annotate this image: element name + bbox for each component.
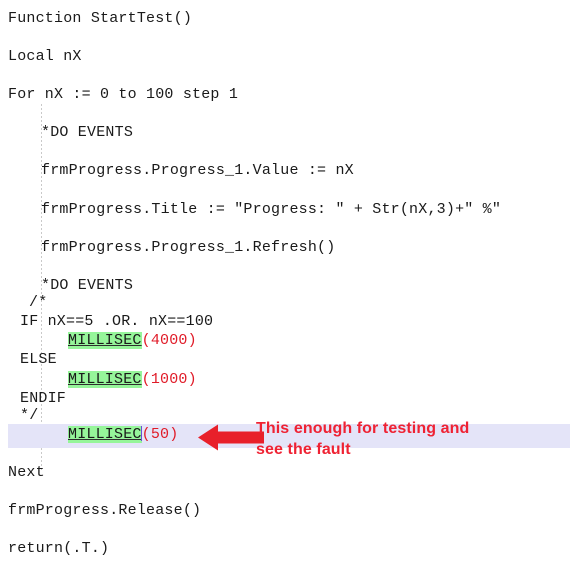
code-line[interactable]: frmProgress.Release()	[8, 502, 201, 519]
millisec-args: (50)	[141, 426, 179, 443]
code-line[interactable]: *DO EVENTS	[41, 124, 133, 141]
code-line[interactable]: frmProgress.Title := "Progress: " + Str(…	[41, 201, 501, 218]
millisec-token[interactable]: MILLISEC	[68, 371, 142, 388]
annotation-note: This enough for testing and see the faul…	[256, 420, 470, 458]
code-line[interactable]: For nX := 0 to 100 step 1	[8, 86, 238, 103]
red-left-arrow-icon	[198, 424, 264, 451]
millisec-token[interactable]: MILLISEC	[68, 426, 142, 443]
code-line[interactable]: Next	[8, 464, 45, 481]
code-line-millisec[interactable]: MILLISEC(1000)	[68, 371, 197, 388]
code-line-millisec-active[interactable]: MILLISEC(50)	[68, 426, 178, 443]
code-line-millisec[interactable]: MILLISEC(4000)	[68, 332, 197, 349]
code-editor[interactable]: Function StartTest() Local nX For nX := …	[0, 0, 570, 565]
code-line[interactable]: ELSE	[20, 351, 57, 368]
millisec-args: (1000)	[141, 371, 197, 388]
code-line[interactable]: frmProgress.Progress_1.Refresh()	[41, 239, 335, 256]
code-line[interactable]: ENDIF	[20, 390, 66, 407]
code-line[interactable]: IF nX==5 .OR. nX==100	[20, 313, 213, 330]
code-line[interactable]: frmProgress.Progress_1.Value := nX	[41, 162, 354, 179]
code-line[interactable]: */	[20, 407, 38, 424]
millisec-args: (4000)	[141, 332, 197, 349]
code-line[interactable]: /*	[29, 294, 47, 311]
code-line[interactable]: *DO EVENTS	[41, 277, 133, 294]
code-line[interactable]: return(.T.)	[8, 540, 109, 557]
code-line[interactable]: Function StartTest()	[8, 10, 192, 27]
code-line[interactable]: Local nX	[8, 48, 82, 65]
millisec-token[interactable]: MILLISEC	[68, 332, 142, 349]
